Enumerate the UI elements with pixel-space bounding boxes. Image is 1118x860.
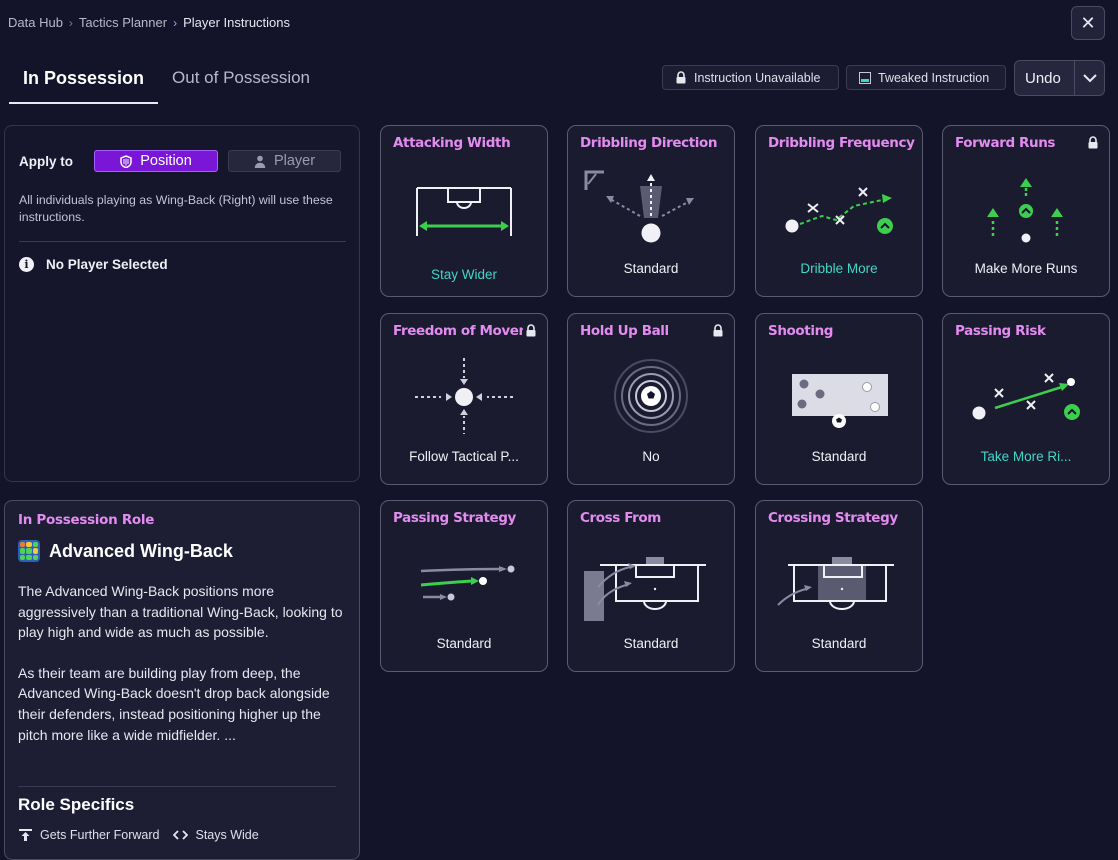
tab-out-of-possession[interactable]: Out of Possession bbox=[158, 58, 324, 104]
no-player-label: No Player Selected bbox=[46, 257, 168, 272]
apply-player-label: Player bbox=[273, 153, 316, 169]
instruction-value: Standard bbox=[811, 449, 867, 464]
instruction-value: Make More Runs bbox=[974, 261, 1078, 276]
role-specific-item: Gets Further Forward bbox=[18, 828, 159, 842]
instruction-value: Standard bbox=[436, 636, 492, 651]
undo-button[interactable]: Undo bbox=[1014, 60, 1105, 96]
info-icon: i bbox=[19, 257, 34, 272]
breadcrumb-player-instructions: Player Instructions bbox=[183, 15, 291, 30]
instruction-card-crossing-strategy[interactable]: Crossing Strategy Standard bbox=[755, 500, 923, 672]
instruction-title: Passing Strategy bbox=[393, 510, 516, 526]
apply-position-option[interactable]: Position bbox=[94, 150, 218, 172]
instruction-card-dribbling-direction[interactable]: Dribbling Direction Standard bbox=[567, 125, 735, 297]
instruction-title: Dribbling Direction bbox=[580, 135, 718, 151]
instruction-card-passing-risk[interactable]: Passing Risk Take More Ri... bbox=[942, 313, 1110, 485]
instruction-card-passing-strategy[interactable]: Passing Strategy Standard bbox=[380, 500, 548, 672]
crossing-strategy-illustration bbox=[777, 557, 894, 610]
role-description-paragraph: The Advanced Wing-Back positions more ag… bbox=[18, 583, 343, 641]
passing-risk-illustration bbox=[972, 373, 1080, 420]
apply-to-label: Apply to bbox=[19, 153, 73, 169]
possession-tabs: In Possession Out of Possession bbox=[9, 58, 324, 104]
instruction-title: Passing Risk bbox=[955, 323, 1046, 339]
instruction-value: Standard bbox=[811, 636, 867, 651]
apply-description: All individuals playing as Wing-Back (Ri… bbox=[19, 193, 333, 224]
cross-from-illustration bbox=[584, 557, 706, 621]
role-specific-label: Gets Further Forward bbox=[40, 828, 160, 842]
instruction-card-dribbling-frequency[interactable]: Dribbling Frequency Dribble More bbox=[755, 125, 923, 297]
breadcrumb-data-hub[interactable]: Data Hub bbox=[8, 15, 63, 30]
passing-strategy-illustration bbox=[420, 565, 515, 601]
instruction-card-forward-runs[interactable]: Forward Runs Make More Runs bbox=[942, 125, 1110, 297]
undo-label[interactable]: Undo bbox=[1015, 70, 1074, 87]
breadcrumb: Data Hub › Tactics Planner › Player Inst… bbox=[8, 15, 290, 30]
undo-dropdown[interactable] bbox=[1074, 61, 1104, 95]
instruction-card-attacking-width[interactable]: Attacking Width Stay Wider bbox=[380, 125, 548, 297]
role-specifics-title: Role Specifics bbox=[18, 795, 135, 814]
legend-tweaked-label: Tweaked Instruction bbox=[878, 70, 990, 85]
instruction-title: Hold Up Ball bbox=[580, 323, 669, 339]
role-description: The Advanced Wing-Back positions more ag… bbox=[18, 581, 343, 745]
instruction-value: Take More Ri... bbox=[980, 449, 1072, 464]
role-panel: In Possession Role Advanced Wing-Back Th… bbox=[4, 500, 360, 860]
dribbling-direction-illustration bbox=[584, 170, 694, 243]
hold-up-ball-illustration bbox=[614, 359, 688, 433]
role-specific-label: Stays Wide bbox=[195, 828, 259, 842]
instruction-card-cross-from[interactable]: Cross From Standard bbox=[567, 500, 735, 672]
lock-icon bbox=[1088, 136, 1098, 149]
breadcrumb-tactics-planner[interactable]: Tactics Planner bbox=[79, 15, 167, 30]
apply-player-option[interactable]: Player bbox=[228, 150, 341, 172]
tab-in-possession[interactable]: In Possession bbox=[9, 58, 159, 104]
tweaked-icon bbox=[859, 71, 871, 84]
lock-icon bbox=[526, 324, 536, 337]
instruction-card-shooting[interactable]: Shooting Standard bbox=[755, 313, 923, 485]
legend-instruction-unavailable: Instruction Unavailable bbox=[662, 65, 839, 90]
apply-to-panel: Apply to Position Player All individuals… bbox=[4, 125, 360, 482]
lock-icon bbox=[676, 71, 686, 84]
role-specific-item: Stays Wide bbox=[173, 828, 259, 842]
freedom-of-movement-illustration bbox=[415, 358, 513, 434]
forward-runs-illustration bbox=[987, 178, 1063, 243]
instruction-value: No bbox=[642, 449, 660, 464]
close-button[interactable]: ✕ bbox=[1071, 6, 1105, 40]
role-title: Advanced Wing-Back bbox=[18, 540, 233, 562]
role-description-paragraph: As their team are building play from dee… bbox=[18, 664, 330, 743]
instruction-title: Freedom of Movement bbox=[393, 323, 523, 339]
instruction-value: Standard bbox=[623, 636, 679, 651]
instruction-card-freedom-of-movement[interactable]: Freedom of Movement Follow Tactical P... bbox=[380, 313, 548, 485]
divider bbox=[18, 786, 336, 787]
close-icon: ✕ bbox=[1080, 12, 1096, 33]
forward-arrow-icon bbox=[19, 829, 32, 841]
role-name: Advanced Wing-Back bbox=[49, 540, 233, 561]
apply-position-label: Position bbox=[140, 153, 192, 169]
attacking-width-illustration bbox=[416, 187, 512, 236]
legend-unavailable-label: Instruction Unavailable bbox=[694, 70, 821, 85]
instruction-value: Standard bbox=[623, 261, 679, 276]
shield-icon bbox=[120, 154, 132, 168]
instruction-value: Dribble More bbox=[800, 261, 878, 276]
role-heading: In Possession Role bbox=[18, 512, 155, 528]
person-icon bbox=[254, 155, 266, 168]
divider bbox=[19, 241, 346, 242]
role-grid-icon bbox=[18, 540, 40, 562]
no-player-notice: i No Player Selected bbox=[19, 257, 168, 272]
instruction-title: Attacking Width bbox=[393, 135, 511, 151]
lock-icon bbox=[713, 324, 723, 337]
instruction-title: Dribbling Frequency bbox=[768, 135, 915, 151]
dribbling-frequency-illustration bbox=[785, 187, 893, 234]
chevron-down-icon bbox=[1082, 73, 1097, 82]
role-specifics-list: Gets Further Forward Stays Wide bbox=[18, 828, 259, 842]
instruction-title: Cross From bbox=[580, 510, 661, 526]
instruction-title: Crossing Strategy bbox=[768, 510, 898, 526]
instruction-title: Shooting bbox=[768, 323, 834, 339]
legend-tweaked-instruction: Tweaked Instruction bbox=[846, 65, 1006, 90]
width-arrows-icon bbox=[173, 830, 189, 840]
chevron-right-icon: › bbox=[173, 15, 178, 30]
instruction-value: Stay Wider bbox=[430, 267, 498, 282]
instruction-value: Follow Tactical P... bbox=[409, 449, 519, 464]
chevron-right-icon: › bbox=[68, 15, 73, 30]
instruction-card-hold-up-ball[interactable]: Hold Up Ball No bbox=[567, 313, 735, 485]
instruction-title: Forward Runs bbox=[955, 135, 1056, 151]
shooting-illustration bbox=[792, 374, 888, 428]
